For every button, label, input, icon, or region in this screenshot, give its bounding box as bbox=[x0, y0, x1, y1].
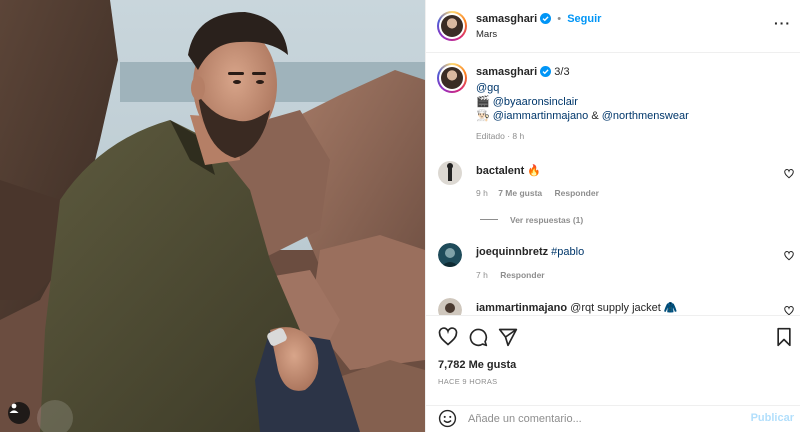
comment-icon[interactable] bbox=[468, 327, 488, 347]
reply-button[interactable]: Responder bbox=[500, 270, 544, 280]
post-photo[interactable] bbox=[0, 0, 425, 432]
comment-username[interactable]: iammartinmajano bbox=[476, 302, 567, 314]
comment-username[interactable]: joequinnbretz bbox=[476, 246, 548, 258]
caption-username[interactable]: samasghari bbox=[476, 66, 537, 78]
post-time: HACE 9 HORAS bbox=[438, 377, 498, 386]
comment-meta: 7 h Responder bbox=[476, 270, 545, 280]
comment-input[interactable] bbox=[468, 409, 738, 429]
hashtag-link[interactable]: #pablo bbox=[551, 246, 584, 258]
heart-icon[interactable] bbox=[784, 306, 794, 316]
reply-button[interactable]: Responder bbox=[555, 188, 599, 198]
comment-text: @rqt supply jacket 🧥 bbox=[570, 302, 678, 314]
mention-link[interactable]: @northmenswear bbox=[602, 110, 689, 122]
comment-time: 9 h bbox=[476, 188, 488, 198]
caption-counter: 3/3 bbox=[554, 66, 570, 78]
more-options-icon[interactable]: ··· bbox=[774, 15, 791, 31]
publish-button[interactable]: Publicar bbox=[751, 412, 794, 424]
emoji-icon[interactable] bbox=[438, 409, 457, 428]
comment-item: iammartinmajano @rqt supply jacket 🧥 bbox=[476, 301, 678, 315]
mention-link[interactable]: @byaaronsinclair bbox=[493, 96, 578, 108]
comment-username[interactable]: bactalent bbox=[476, 165, 524, 177]
verified-badge-icon bbox=[540, 13, 552, 27]
post-header: samasghari • Seguir Mars ··· bbox=[426, 0, 800, 53]
comment-avatar[interactable] bbox=[438, 243, 462, 267]
user-tag-icon[interactable] bbox=[8, 402, 30, 424]
caption-and: & bbox=[591, 110, 599, 122]
header-separator: • bbox=[557, 13, 562, 25]
likes-count[interactable]: 7,782 Me gusta bbox=[438, 359, 516, 371]
comment-avatar[interactable] bbox=[438, 161, 462, 185]
view-replies-button[interactable]: Ver respuestas (1) bbox=[510, 215, 583, 225]
add-comment-bar: Publicar bbox=[426, 406, 800, 432]
instagram-post-modal: samasghari • Seguir Mars ··· samasghari bbox=[0, 0, 800, 432]
clapper-emoji: 🎬 bbox=[476, 96, 490, 108]
bookmark-icon[interactable] bbox=[775, 327, 793, 347]
comment-item: joequinnbretz #pablo bbox=[476, 246, 584, 258]
follow-button[interactable]: Seguir bbox=[567, 13, 601, 25]
share-icon[interactable] bbox=[498, 327, 518, 347]
comments-section[interactable]: samasghari 3/3 @gq 🎬 @byaaronsinclair 👨🏻… bbox=[426, 53, 800, 316]
heart-icon[interactable] bbox=[784, 251, 794, 261]
comment-item: bactalent 🔥 bbox=[476, 164, 541, 178]
replies-line bbox=[480, 219, 498, 220]
comment-text: 🔥 bbox=[527, 165, 542, 177]
author-username[interactable]: samasghari bbox=[476, 13, 537, 25]
post-details-panel: samasghari • Seguir Mars ··· samasghari bbox=[425, 0, 800, 432]
comment-avatar[interactable] bbox=[438, 298, 462, 315]
post-image bbox=[0, 0, 425, 432]
post-caption: samasghari 3/3 @gq 🎬 @byaaronsinclair 👨🏻… bbox=[476, 65, 786, 141]
tailor-emoji: 👨🏻‍🍳 bbox=[476, 110, 490, 122]
author-avatar[interactable] bbox=[437, 11, 467, 41]
verified-badge-icon bbox=[540, 66, 552, 81]
heart-icon[interactable] bbox=[784, 169, 794, 179]
comment-meta: 9 h 7 Me gusta Responder bbox=[476, 188, 599, 198]
comment-time: 7 h bbox=[476, 270, 488, 280]
caption-avatar[interactable] bbox=[437, 63, 467, 93]
caption-meta: Editado · 8 h bbox=[476, 131, 525, 141]
post-location[interactable]: Mars bbox=[476, 29, 497, 40]
mention-link[interactable]: @gq bbox=[476, 82, 499, 94]
heart-icon[interactable] bbox=[438, 327, 458, 347]
action-bar: 7,782 Me gusta HACE 9 HORAS bbox=[426, 316, 800, 406]
comment-likes[interactable]: 7 Me gusta bbox=[498, 188, 542, 198]
mention-link[interactable]: @iammartinmajano bbox=[493, 110, 589, 122]
